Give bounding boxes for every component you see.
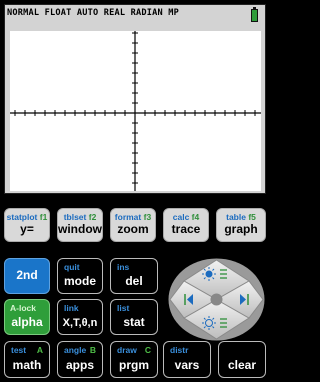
graph-area (10, 31, 261, 191)
math-key[interactable]: test A math (4, 341, 50, 378)
clear-key[interactable]: clear (218, 341, 266, 378)
x-t-theta-n-key[interactable]: link X,T,θ,n (57, 299, 103, 335)
trace-key[interactable]: calc f4 trace (163, 208, 209, 242)
stat-key[interactable]: list stat (110, 299, 158, 335)
second-key[interactable]: 2nd (4, 258, 50, 294)
vars-key[interactable]: distr vars (163, 341, 211, 378)
graph-key[interactable]: table f5 graph (216, 208, 266, 242)
battery-icon (251, 7, 258, 22)
zoom-key[interactable]: format f3 zoom (110, 208, 156, 242)
alpha-key[interactable]: A-lock alpha (4, 299, 50, 335)
arrow-pad (167, 257, 266, 342)
status-bar: NORMAL FLOAT AUTO REAL RADIAN MP (7, 8, 179, 18)
apps-key[interactable]: angle B apps (57, 341, 103, 378)
delete-key[interactable]: ins del (110, 258, 158, 294)
calculator-screen: NORMAL FLOAT AUTO REAL RADIAN MP (4, 4, 266, 194)
graph-axes (10, 31, 261, 191)
window-key[interactable]: tblset f2 window (57, 208, 103, 242)
mode-key[interactable]: quit mode (57, 258, 103, 294)
prgm-key[interactable]: draw C prgm (110, 341, 158, 378)
y-equals-key[interactable]: statplot f1 y= (4, 208, 50, 242)
